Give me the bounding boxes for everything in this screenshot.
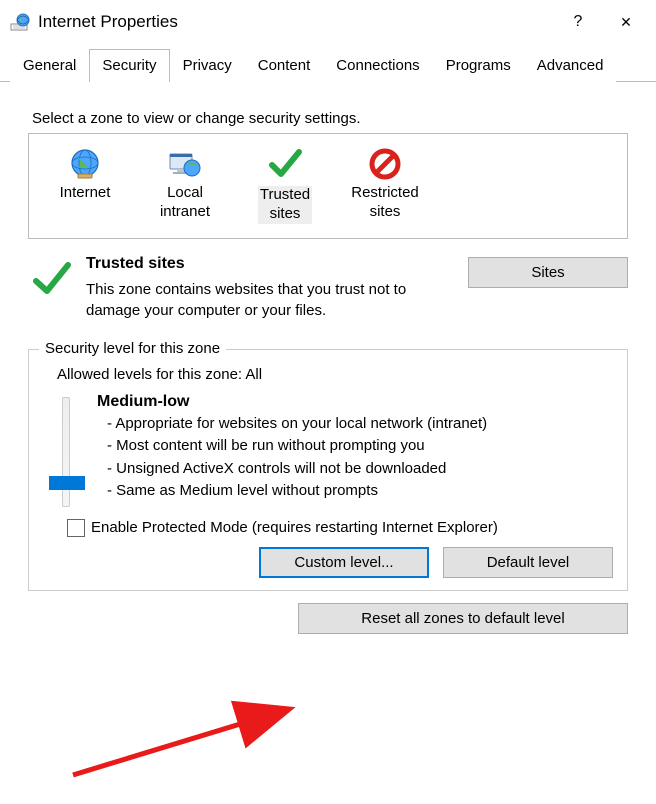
help-button[interactable]: ? (558, 8, 598, 36)
close-button[interactable]: ✕ (606, 8, 646, 36)
zone-internet[interactable]: Internet (35, 140, 135, 228)
reset-all-zones-button[interactable]: Reset all zones to default level (298, 603, 628, 634)
zone-trusted-sites[interactable]: Trusted sites (235, 140, 335, 228)
security-level-slider[interactable] (51, 393, 81, 507)
checkmark-icon (267, 146, 303, 182)
level-name: Medium-low (97, 393, 613, 411)
internet-properties-icon (10, 12, 30, 32)
tab-content[interactable]: Content (245, 49, 324, 82)
window-title: Internet Properties (38, 12, 550, 32)
zone-detail-desc: This zone contains websites that you tru… (86, 279, 444, 321)
globe-icon (67, 146, 103, 182)
zone-prompt: Select a zone to view or change security… (32, 110, 628, 127)
allowed-levels: Allowed levels for this zone: All (57, 366, 613, 383)
custom-level-button[interactable]: Custom level... (259, 547, 429, 578)
zone-restricted-sites[interactable]: Restricted sites (335, 140, 435, 228)
forbidden-icon (367, 146, 403, 182)
monitor-globe-icon (167, 146, 203, 182)
tabstrip: General Security Privacy Content Connect… (0, 48, 656, 82)
tab-advanced[interactable]: Advanced (524, 49, 617, 82)
tab-general[interactable]: General (10, 49, 89, 82)
default-level-button[interactable]: Default level (443, 547, 613, 578)
tab-privacy[interactable]: Privacy (170, 49, 245, 82)
tab-connections[interactable]: Connections (323, 49, 432, 82)
tab-security[interactable]: Security (89, 49, 169, 82)
tab-programs[interactable]: Programs (433, 49, 524, 82)
annotation-arrow-icon (68, 700, 298, 780)
zone-local-intranet[interactable]: Local intranet (135, 140, 235, 228)
protected-mode-label: Enable Protected Mode (requires restarti… (91, 519, 498, 536)
protected-mode-checkbox[interactable] (67, 519, 85, 537)
security-level-group: Security level for this zone Allowed lev… (28, 349, 628, 591)
sites-button[interactable]: Sites (468, 257, 628, 288)
trusted-check-icon (28, 255, 72, 321)
zone-list: Internet Local intranet Trusted sites Re… (28, 133, 628, 239)
level-bullets: - Appropriate for websites on your local… (97, 413, 613, 503)
zone-detail-title: Trusted sites (86, 255, 444, 273)
group-legend: Security level for this zone (39, 340, 226, 357)
